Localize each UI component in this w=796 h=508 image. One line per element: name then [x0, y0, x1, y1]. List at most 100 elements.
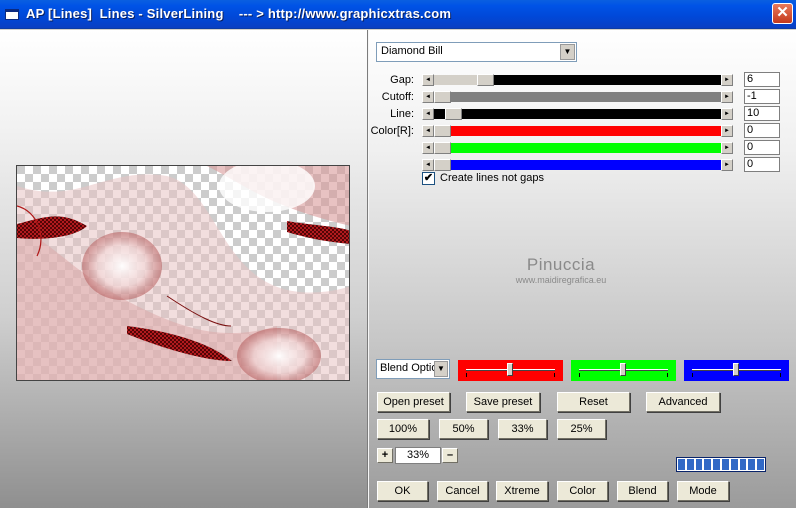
progress-segment: [748, 459, 756, 470]
gap-slider[interactable]: ◄ ►: [422, 74, 733, 86]
color-green-value-field[interactable]: 0: [744, 140, 780, 155]
slider-fill: [451, 126, 721, 136]
color-r-label: Color[R]:: [370, 125, 414, 137]
mini-slider-tick: [466, 373, 467, 377]
zoom-value-field[interactable]: 33%: [395, 447, 441, 464]
green-mini-slider[interactable]: [571, 360, 676, 381]
zoom-out-button[interactable]: –: [442, 448, 458, 463]
slider-fill: [461, 109, 721, 119]
gap-label: Gap:: [390, 74, 414, 86]
reset-button[interactable]: Reset: [557, 392, 630, 412]
arrow-right-icon[interactable]: ►: [721, 159, 733, 171]
arrow-right-icon[interactable]: ►: [721, 125, 733, 137]
title-bar: AP [Lines] Lines - SilverLining --- > ht…: [0, 0, 796, 29]
arrow-left-icon[interactable]: ◄: [422, 91, 434, 103]
progress-segment: [721, 459, 729, 470]
slider-fill: [451, 143, 721, 153]
slider-fill-leading: [434, 109, 445, 119]
preview-canvas: [17, 166, 349, 380]
save-preset-button[interactable]: Save preset: [466, 392, 540, 412]
cancel-button[interactable]: Cancel: [437, 481, 488, 501]
zoom-100-button[interactable]: 100%: [377, 419, 429, 439]
progress-segment: [730, 459, 738, 470]
arrow-left-icon[interactable]: ◄: [422, 142, 434, 154]
preset-dropdown-value: Diamond Bill: [381, 45, 443, 57]
arrow-left-icon[interactable]: ◄: [422, 159, 434, 171]
mini-slider-knob[interactable]: [733, 363, 739, 376]
line-value-field[interactable]: 10: [744, 106, 780, 121]
mini-slider-tick: [780, 373, 781, 377]
blue-mini-slider[interactable]: [684, 360, 789, 381]
zoom-50-button[interactable]: 50%: [439, 419, 488, 439]
color-green-slider[interactable]: ◄ ►: [422, 142, 733, 154]
slider-thumb[interactable]: [434, 125, 451, 137]
mini-slider-tick: [667, 373, 668, 377]
color-red-slider[interactable]: ◄ ►: [422, 125, 733, 137]
color-blue-value-field[interactable]: 0: [744, 157, 780, 172]
progress-segment: [678, 459, 685, 470]
checkmark-icon: ✔: [423, 172, 434, 184]
advanced-button[interactable]: Advanced: [646, 392, 720, 412]
progress-segment: [739, 459, 747, 470]
slider-thumb[interactable]: [444, 108, 462, 120]
preview-image[interactable]: [16, 165, 350, 381]
chevron-down-icon[interactable]: ▼: [560, 44, 575, 60]
color-button[interactable]: Color: [557, 481, 608, 501]
preset-dropdown[interactable]: Diamond Bill ▼: [376, 42, 577, 62]
zoom-in-button[interactable]: +: [377, 448, 393, 463]
color-red-value-field[interactable]: 0: [744, 123, 780, 138]
cutoff-value-field[interactable]: -1: [744, 89, 780, 104]
arrow-left-icon[interactable]: ◄: [422, 108, 434, 120]
red-mini-slider[interactable]: [458, 360, 563, 381]
zoom-33-button[interactable]: 33%: [498, 419, 547, 439]
slider-thumb[interactable]: [477, 74, 495, 86]
watermark-site: www.maidiregrafica.eu: [515, 275, 607, 285]
mini-slider-tick: [692, 373, 693, 377]
blend-options-dropdown[interactable]: Blend Optio ▼: [376, 359, 450, 379]
arrow-right-icon[interactable]: ►: [721, 74, 733, 86]
slider-thumb[interactable]: [434, 91, 451, 103]
mini-slider-tick: [579, 373, 580, 377]
mode-button[interactable]: Mode: [677, 481, 729, 501]
arrow-right-icon[interactable]: ►: [721, 142, 733, 154]
watermark: Pinuccia www.maidiregrafica.eu: [496, 255, 626, 285]
slider-thumb[interactable]: [434, 159, 451, 171]
line-slider[interactable]: ◄ ►: [422, 108, 733, 120]
arrow-right-icon[interactable]: ►: [721, 91, 733, 103]
progress-segment: [757, 459, 764, 470]
slider-fill: [451, 92, 721, 102]
progress-segment: [713, 459, 720, 470]
cutoff-slider[interactable]: ◄ ►: [422, 91, 733, 103]
window-title: AP [Lines] Lines - SilverLining --- > ht…: [26, 6, 452, 21]
cutoff-label: Cutoff:: [381, 91, 414, 103]
progress-indicator: [676, 457, 766, 472]
progress-segment: [695, 459, 703, 470]
chevron-down-icon[interactable]: ▼: [434, 361, 448, 377]
zoom-25-button[interactable]: 25%: [557, 419, 606, 439]
slider-fill: [451, 160, 721, 170]
ok-button[interactable]: OK: [377, 481, 428, 501]
progress-segment: [704, 459, 712, 470]
create-lines-checkbox[interactable]: ✔: [422, 172, 435, 185]
gap-value-field[interactable]: 6: [744, 72, 780, 87]
mini-slider-tick: [554, 373, 555, 377]
arrow-left-icon[interactable]: ◄: [422, 74, 434, 86]
arrow-right-icon[interactable]: ►: [721, 108, 733, 120]
settings-pane: Diamond Bill ▼ Gap: ◄ ► 6 Cutoff: ◄ ► -1…: [369, 30, 796, 508]
blend-button[interactable]: Blend: [617, 481, 668, 501]
slider-thumb[interactable]: [434, 142, 451, 154]
xtreme-button[interactable]: Xtreme: [496, 481, 548, 501]
mini-slider-knob[interactable]: [507, 363, 513, 376]
line-label: Line:: [390, 108, 414, 120]
mini-slider-knob[interactable]: [620, 363, 626, 376]
watermark-name: Pinuccia: [526, 255, 596, 274]
open-preset-button[interactable]: Open preset: [377, 392, 450, 412]
arrow-left-icon[interactable]: ◄: [422, 125, 434, 137]
progress-segment: [686, 459, 694, 470]
color-blue-slider[interactable]: ◄ ►: [422, 159, 733, 171]
create-lines-label: Create lines not gaps: [440, 172, 544, 184]
slider-fill: [494, 75, 721, 85]
blend-options-value: Blend Optio: [380, 362, 438, 374]
close-button[interactable]: ✕: [772, 3, 793, 24]
app-window-icon[interactable]: [5, 9, 19, 20]
